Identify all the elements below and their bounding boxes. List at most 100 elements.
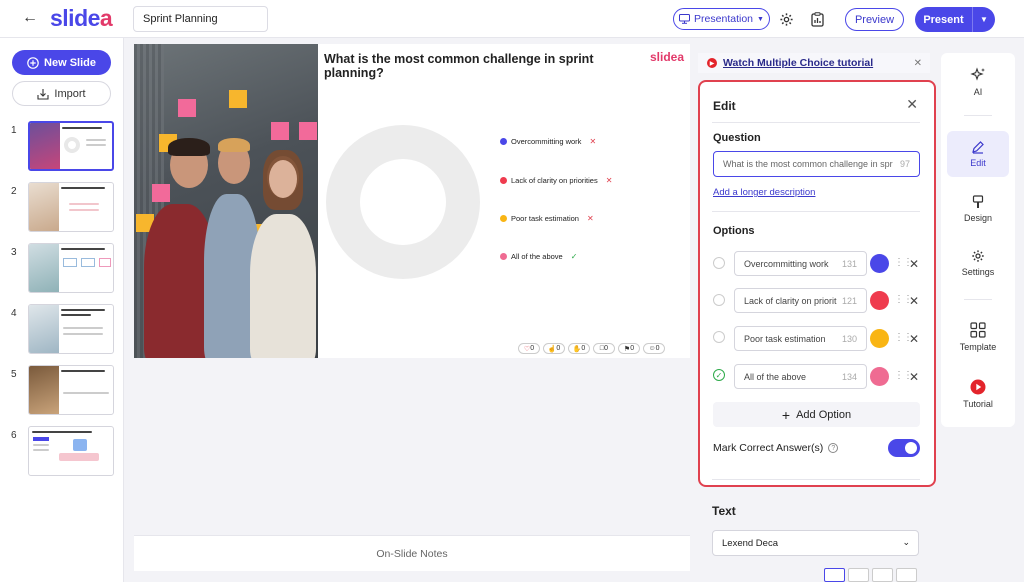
- logo-text: slide: [50, 5, 100, 31]
- reaction-count: 0: [604, 345, 609, 352]
- legend-color-dot: [500, 177, 507, 184]
- option-color-swatch[interactable]: [870, 254, 889, 273]
- correct-answer-radio[interactable]: [713, 257, 725, 269]
- present-options-chevron-icon[interactable]: ▼: [973, 15, 995, 24]
- slide-thumbnail-1[interactable]: [28, 121, 114, 171]
- rail-item-settings[interactable]: Settings: [947, 240, 1009, 286]
- slide-number: 4: [11, 308, 17, 319]
- mark-correct-label: Mark Correct Answer(s): [713, 442, 824, 454]
- import-button[interactable]: Import: [12, 81, 111, 106]
- presentation-mode-label: Presentation: [694, 13, 754, 25]
- chevron-down-icon: ▼: [757, 15, 764, 23]
- settings-gear-icon[interactable]: [778, 11, 794, 27]
- plus-icon: +: [781, 406, 791, 423]
- rail-item-tutorial[interactable]: Tutorial: [947, 371, 1009, 417]
- play-icon: [970, 379, 986, 395]
- slide-canvas[interactable]: What is the most common challenge in spr…: [134, 44, 690, 358]
- option-input[interactable]: Lack of clarity on priorit 121: [734, 288, 867, 313]
- align-justify-button[interactable]: [896, 568, 917, 582]
- remove-option-icon[interactable]: ✕: [909, 370, 919, 384]
- slide-number: 3: [11, 247, 17, 258]
- option-input[interactable]: Poor task estimation 130: [734, 326, 867, 351]
- font-select-value: Lexend Deca: [722, 538, 778, 549]
- font-family-select[interactable]: Lexend Deca ⌄: [712, 530, 919, 556]
- remove-option-icon[interactable]: ✕: [909, 332, 919, 346]
- mark-correct-toggle[interactable]: [888, 439, 920, 457]
- legend-item: All of the above ✓: [500, 252, 577, 261]
- legend-item: Overcommitting work ✕: [500, 137, 596, 146]
- divider: [712, 479, 920, 480]
- presentation-mode-dropdown[interactable]: Presentation ▼: [673, 8, 770, 30]
- text-section-label: Text: [712, 504, 736, 518]
- option-value: Lack of clarity on priorit: [744, 296, 837, 306]
- reaction-count: 0: [630, 345, 635, 352]
- rail-item-ai[interactable]: AI: [947, 59, 1009, 105]
- rail-divider: [964, 299, 992, 300]
- tutorial-link[interactable]: Watch Multiple Choice tutorial: [723, 57, 873, 69]
- document-title-input[interactable]: Sprint Planning: [133, 6, 268, 32]
- correct-answer-radio[interactable]: [713, 331, 725, 343]
- correct-answer-radio-checked[interactable]: ✓: [713, 369, 725, 381]
- option-input[interactable]: Overcommitting work 131: [734, 251, 867, 276]
- options-label: Options: [713, 225, 755, 237]
- present-button[interactable]: Present ▼: [915, 7, 995, 32]
- rail-label: Tutorial: [963, 399, 993, 409]
- heart-reaction[interactable]: ♡ 0: [518, 343, 540, 354]
- mark-correct-row: Mark Correct Answer(s) ?: [713, 442, 839, 454]
- clap-reaction[interactable]: ✋ 0: [568, 343, 590, 354]
- incorrect-x-icon: ✕: [605, 176, 613, 185]
- option-color-swatch[interactable]: [870, 329, 889, 348]
- option-char-count: 121: [838, 296, 857, 306]
- slides-sidebar: New Slide Import 1 2 3 4 5 6: [0, 38, 124, 582]
- slide-thumbnail-5[interactable]: [28, 365, 114, 415]
- slide-number: 2: [11, 186, 17, 197]
- report-icon[interactable]: [809, 11, 825, 27]
- slidea-logo[interactable]: slidea: [50, 5, 113, 32]
- new-slide-button[interactable]: New Slide: [12, 50, 111, 75]
- new-slide-label: New Slide: [44, 56, 96, 69]
- reactions-bar: ♡ 0 ☝ 0 ✋ 0 □ 0 ⚑ 0 ☺ 0: [518, 343, 665, 354]
- brush-icon: [972, 195, 984, 208]
- tool-rail: AI Edit Design Settings Template Tutoria…: [941, 53, 1015, 427]
- legend-color-dot: [500, 215, 507, 222]
- slide-thumbnail-4[interactable]: [28, 304, 114, 354]
- add-option-button[interactable]: + Add Option: [713, 402, 920, 427]
- slide-question-title[interactable]: What is the most common challenge in spr…: [324, 52, 614, 80]
- close-icon[interactable]: ✕: [906, 96, 918, 113]
- slide-number: 1: [11, 125, 17, 136]
- comment-reaction[interactable]: □ 0: [593, 343, 615, 354]
- option-value: All of the above: [744, 372, 807, 382]
- rail-item-template[interactable]: Template: [947, 314, 1009, 360]
- align-left-button[interactable]: [824, 568, 845, 582]
- correct-answer-radio[interactable]: [713, 294, 725, 306]
- pen-icon: [972, 141, 984, 154]
- close-tutorial-icon[interactable]: ✕: [914, 58, 922, 69]
- slide-thumbnail-2[interactable]: [28, 182, 114, 232]
- present-label: Present: [923, 13, 964, 26]
- remove-option-icon[interactable]: ✕: [909, 294, 919, 308]
- people-icon: ☺: [648, 345, 656, 352]
- remove-option-icon[interactable]: ✕: [909, 257, 919, 271]
- edit-panel: Edit ✕ Question What is the most common …: [698, 80, 936, 487]
- option-color-swatch[interactable]: [870, 367, 889, 386]
- rail-item-design[interactable]: Design: [947, 186, 1009, 232]
- option-input[interactable]: All of the above 134: [734, 364, 867, 389]
- people-reaction[interactable]: ☺ 0: [643, 343, 665, 354]
- add-longer-description-link[interactable]: Add a longer description: [713, 187, 815, 198]
- slide-thumbnail-3[interactable]: [28, 243, 114, 293]
- preview-button[interactable]: Preview: [845, 8, 904, 31]
- back-arrow-icon[interactable]: ←: [22, 10, 38, 26]
- align-right-button[interactable]: [872, 568, 893, 582]
- align-center-button[interactable]: [848, 568, 869, 582]
- slide-thumbnail-6[interactable]: [28, 426, 114, 476]
- incorrect-x-icon: ✕: [589, 137, 597, 146]
- rail-label: AI: [973, 87, 983, 97]
- option-color-swatch[interactable]: [870, 291, 889, 310]
- rail-item-edit[interactable]: Edit: [947, 131, 1009, 177]
- help-icon[interactable]: ?: [828, 443, 839, 453]
- like-reaction[interactable]: ☝ 0: [543, 343, 565, 354]
- flag-reaction[interactable]: ⚑ 0: [618, 343, 640, 354]
- reaction-count: 0: [655, 345, 660, 352]
- on-slide-notes[interactable]: On-Slide Notes: [134, 535, 690, 571]
- question-input[interactable]: What is the most common challenge in spr…: [713, 151, 920, 177]
